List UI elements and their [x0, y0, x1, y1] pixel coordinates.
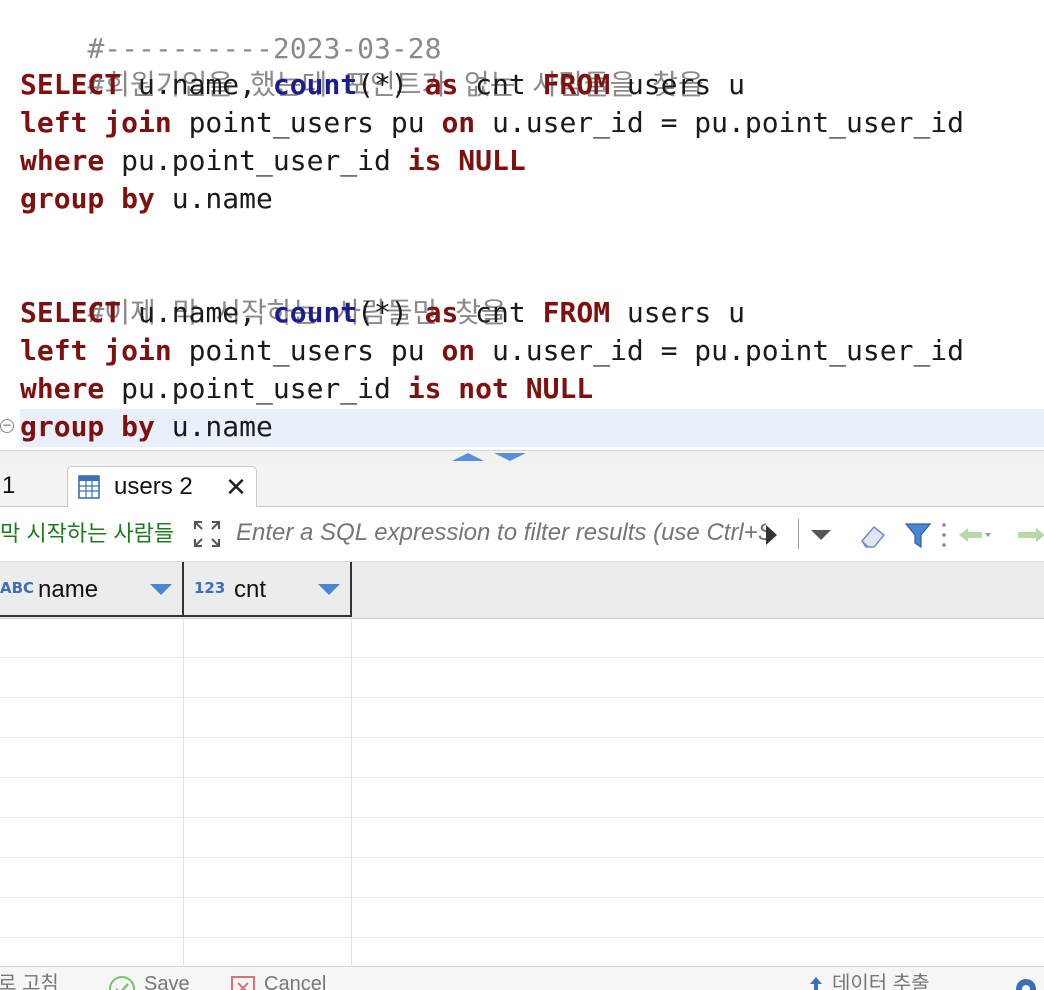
code-line-12: group by u.name — [20, 408, 273, 446]
tab-label: users 2 — [114, 473, 193, 500]
tab-users-2[interactable]: users 2 ✕ — [67, 466, 257, 508]
close-icon[interactable]: ✕ — [224, 467, 248, 507]
keyword-token: SELECT — [20, 296, 122, 329]
identifier-token: u.name — [154, 410, 273, 443]
maximize-editor-icon[interactable] — [452, 453, 484, 461]
history-arrow-icon[interactable] — [766, 525, 777, 545]
keyword-token: FROM — [542, 68, 611, 101]
check-icon — [109, 976, 135, 990]
keyword-token: group by — [20, 410, 155, 443]
column-header-name[interactable]: ABC name — [0, 562, 184, 617]
keyword-token: on — [441, 106, 476, 139]
sql-editor[interactable]: − #----------2023-03-28 #회원가입을 했는데 포인트가 … — [0, 0, 1044, 450]
dropdown-icon[interactable] — [806, 519, 836, 549]
identifier-token: (*) — [357, 296, 425, 329]
code-line-6: group by u.name — [20, 180, 273, 218]
keyword-token: where — [20, 372, 105, 405]
row-divider — [0, 817, 1044, 818]
column-title: name — [38, 576, 99, 603]
eraser-icon[interactable] — [858, 523, 888, 549]
cancel-button[interactable]: Cancel — [264, 971, 326, 990]
keyword-token: on — [441, 334, 476, 367]
code-line-10: left join point_users pu on u.user_id = … — [20, 332, 964, 370]
save-button[interactable]: Save — [144, 971, 190, 990]
filter-input[interactable] — [230, 515, 772, 551]
results-tabbar: 1 users 2 ✕ — [0, 464, 1044, 508]
row-divider — [0, 857, 1044, 858]
function-token: count — [272, 68, 358, 101]
tab-label: 1 — [2, 472, 16, 499]
identifier-token: u.name, — [121, 68, 273, 101]
sort-arrow-icon[interactable] — [150, 584, 172, 595]
identifier-token: users u — [610, 296, 745, 329]
back-arrow-icon[interactable] — [958, 527, 992, 543]
forward-arrow-icon[interactable] — [1012, 527, 1044, 543]
toolbar-grip — [942, 523, 946, 547]
keyword-token: is not NULL — [407, 372, 594, 405]
row-divider — [0, 777, 1044, 778]
column-title: cnt — [234, 576, 267, 603]
code-line-1: #----------2023-03-28 — [20, 0, 441, 65]
row-divider — [0, 737, 1044, 738]
keyword-token: FROM — [542, 296, 611, 329]
identifier-token: (*) — [357, 68, 425, 101]
maximize-results-icon[interactable] — [494, 453, 526, 461]
function-token: count — [272, 296, 358, 329]
export-icon — [810, 977, 822, 990]
sort-arrow-icon[interactable] — [318, 584, 340, 595]
keyword-token: as — [424, 296, 459, 329]
identifier-token: u.name, — [121, 296, 273, 329]
type-badge: 123 — [194, 579, 226, 597]
keyword-token: left join — [20, 334, 172, 367]
code-line-2: #회원가입을 했는데 포인트가 없는 사람들을 찾을 — [20, 28, 703, 101]
identifier-token: users u — [610, 68, 745, 101]
gear-icon[interactable] — [1012, 975, 1040, 990]
export-data-button[interactable]: 데이터 추출 — [832, 971, 930, 990]
tab-result-1[interactable]: 1 — [0, 466, 66, 506]
column-divider — [351, 618, 352, 966]
type-badge: ABC — [0, 579, 35, 597]
cancel-icon — [231, 976, 255, 990]
column-header-cnt[interactable]: 123 cnt — [184, 562, 352, 617]
identifier-token: pu.point_user_id — [104, 144, 408, 177]
identifier-token: u.user_id = pu.point_user_id — [475, 334, 965, 367]
column-divider — [183, 618, 184, 966]
panel-splitter[interactable] — [0, 450, 1044, 465]
refresh-button[interactable]: 로 고침 — [0, 971, 59, 990]
separator — [798, 519, 799, 549]
code-line-11: where pu.point_user_id is not NULL — [20, 370, 593, 408]
code-line-4: left join point_users pu on u.user_id = … — [20, 104, 964, 142]
keyword-token: where — [20, 144, 105, 177]
keyword-token: group by — [20, 182, 155, 215]
keyword-token: is NULL — [407, 144, 526, 177]
results-grid[interactable]: ABC name 123 cnt — [0, 562, 1044, 966]
row-divider — [0, 697, 1044, 698]
table-icon — [78, 475, 100, 499]
funnel-icon[interactable] — [904, 521, 932, 551]
query-label: 막 시작하는 사람들 — [0, 521, 175, 546]
fold-marker-icon[interactable]: − — [0, 419, 14, 433]
row-divider — [0, 937, 1044, 938]
identifier-token: pu.point_user_id — [104, 372, 408, 405]
identifier-token: u.user_id = pu.point_user_id — [475, 106, 965, 139]
identifier-token: point_users pu — [171, 334, 442, 367]
identifier-token: u.name — [154, 182, 273, 215]
row-divider — [0, 897, 1044, 898]
identifier-token: cnt — [458, 68, 543, 101]
code-line-8: #이제 막 시작하는 사람들만 찾을 — [20, 256, 506, 329]
keyword-token: as — [424, 68, 459, 101]
row-divider — [0, 657, 1044, 658]
code-line-5: where pu.point_user_id is NULL — [20, 142, 526, 180]
code-line-9: SELECT u.name, count(*) as cnt FROM user… — [20, 294, 745, 332]
expand-icon[interactable] — [192, 519, 222, 549]
identifier-token: point_users pu — [171, 106, 442, 139]
bottom-toolbar: 로 고침 Save Cancel 데이터 추출 — [0, 966, 1044, 990]
identifier-token: cnt — [458, 296, 543, 329]
code-line-3: SELECT u.name, count(*) as cnt FROM user… — [20, 66, 745, 104]
keyword-token: SELECT — [20, 68, 122, 101]
keyword-token: left join — [20, 106, 172, 139]
grid-header: ABC name 123 cnt — [0, 562, 1044, 619]
filter-bar: 막 시작하는 사람들 — [0, 507, 1044, 562]
